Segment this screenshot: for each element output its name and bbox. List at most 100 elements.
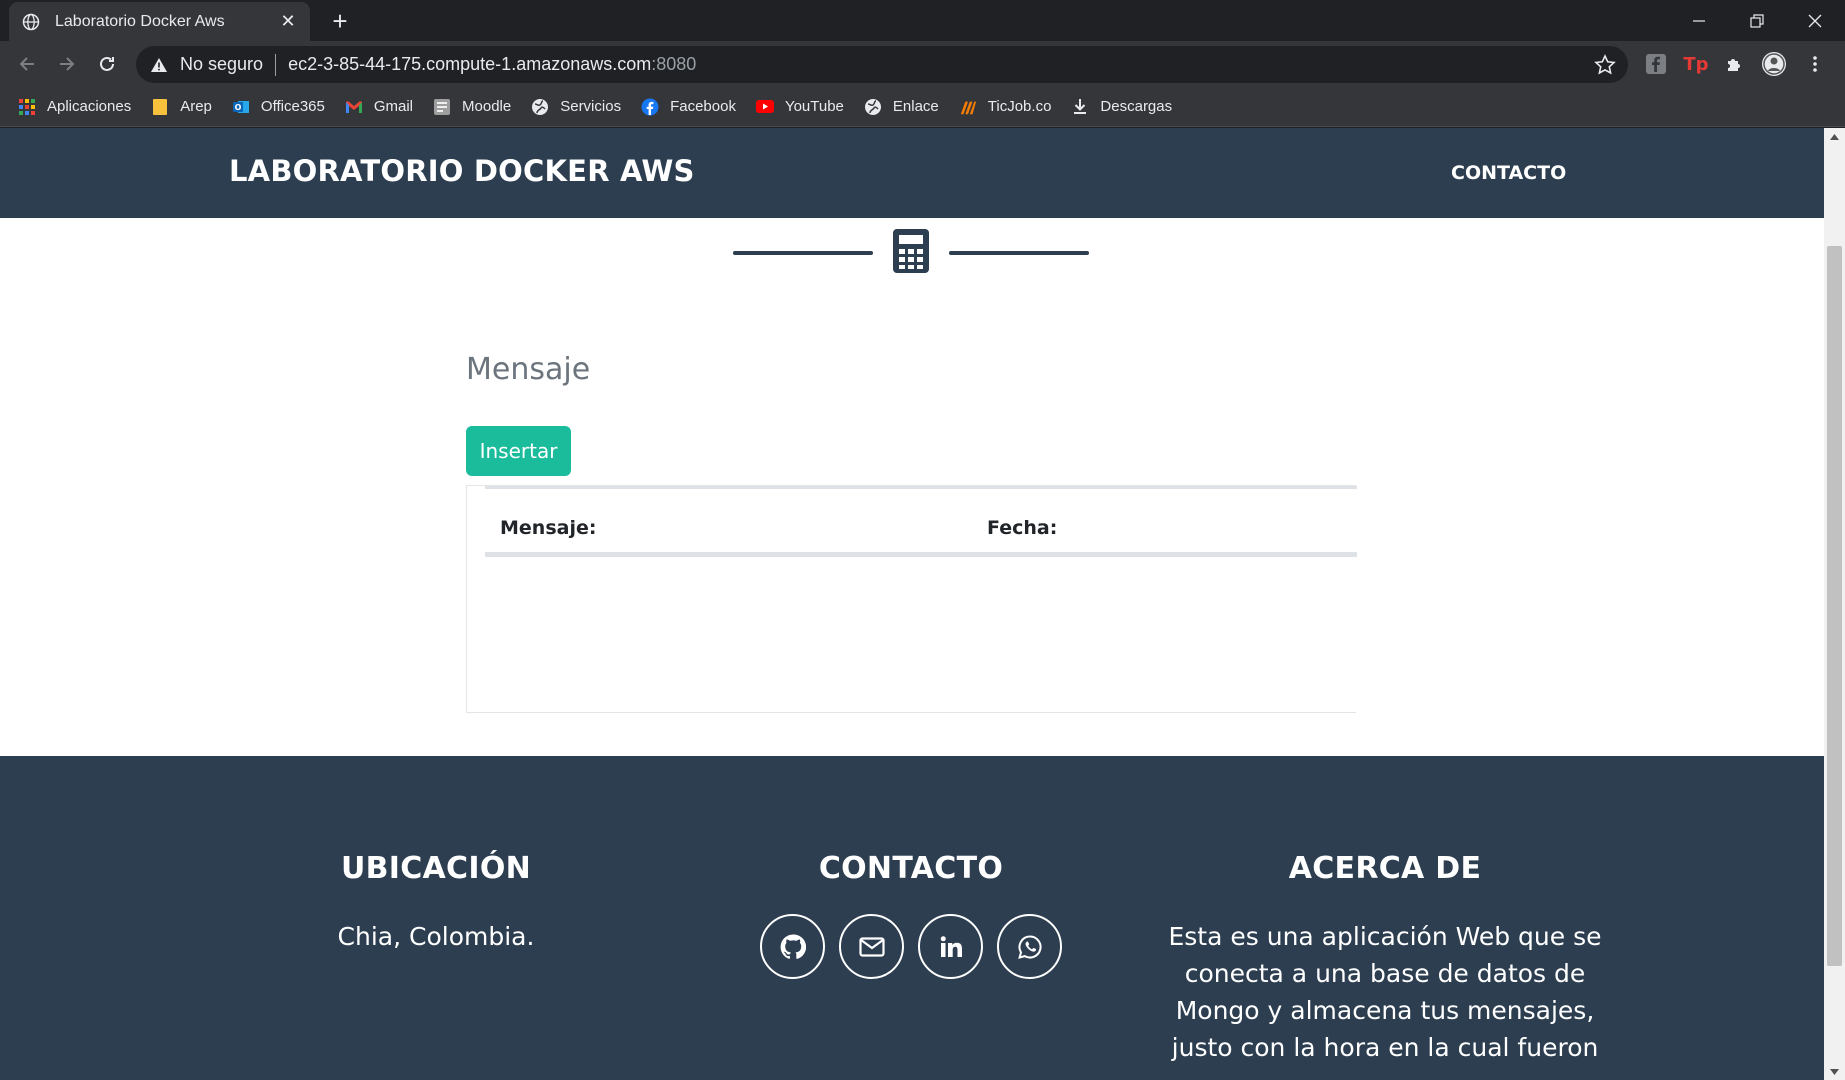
minimize-window-button[interactable]: [1670, 0, 1728, 41]
ticjob-icon: [959, 98, 977, 116]
svg-text:O: O: [235, 103, 242, 112]
reload-icon: [100, 56, 114, 71]
bookmark-label: Enlace: [892, 98, 939, 115]
bookmark-facebook[interactable]: Facebook: [641, 98, 736, 116]
column-header-date: Fecha:: [987, 517, 1058, 539]
facebook-extension-icon[interactable]: [1643, 51, 1669, 77]
bookmark-label: Moodle: [462, 98, 512, 115]
address-bar[interactable]: No seguro ec2-3-85-44-175.compute-1.amaz…: [136, 46, 1628, 83]
folder-icon: [151, 98, 169, 116]
restore-window-button[interactable]: [1728, 0, 1786, 41]
scrollbar-thumb[interactable]: [1827, 246, 1842, 966]
site-footer: UBICACIÓN Chia, Colombia. CONTACTO ACERC…: [0, 756, 1824, 1080]
new-tab-button[interactable]: +: [325, 6, 355, 36]
bookmark-star-icon[interactable]: [1594, 54, 1616, 76]
envelope-icon: [858, 936, 885, 957]
nav-link-contacto[interactable]: CONTACTO: [1451, 162, 1566, 184]
bookmark-moodle[interactable]: Moodle: [433, 98, 511, 116]
url-host: ec2-3-85-44-175.compute-1.amazonaws.com: [288, 54, 652, 74]
divider-line-right: [949, 251, 1089, 255]
globe-icon: [864, 98, 882, 116]
bookmark-servicios[interactable]: Servicios: [531, 98, 621, 116]
footer-location-text: Chia, Colombia.: [337, 922, 535, 951]
security-label[interactable]: No seguro: [180, 54, 263, 75]
github-icon: [780, 934, 806, 959]
reload-button[interactable]: [92, 49, 122, 79]
bookmark-label: YouTube: [784, 98, 844, 115]
restore-icon: [1750, 13, 1764, 28]
bookmark-gmail[interactable]: Gmail: [345, 98, 413, 116]
bookmark-arep[interactable]: Arep: [151, 98, 212, 116]
divider-line-left: [733, 251, 873, 255]
forward-button[interactable]: [52, 49, 82, 79]
bookmarks-bar: Aplicaciones Arep O Office365 Gmail Mood…: [0, 87, 1845, 127]
site-brand[interactable]: LABORATORIO DOCKER AWS: [229, 154, 695, 188]
bookmark-label: Aplicaciones: [47, 98, 132, 115]
browser-toolbar: No seguro ec2-3-85-44-175.compute-1.amaz…: [0, 41, 1845, 87]
facebook-icon: [641, 98, 659, 116]
bookmark-label: Office365: [260, 98, 325, 115]
scroll-up-arrow[interactable]: [1824, 128, 1845, 145]
linkedin-icon: [940, 935, 962, 957]
footer-about-text: Esta es una aplicación Web que se conect…: [1168, 922, 1602, 1062]
download-icon: [1071, 98, 1089, 116]
page-viewport: LABORATORIO DOCKER AWS CONTACTO Mensaje …: [0, 128, 1824, 1080]
globe-icon: [531, 98, 549, 116]
url-port: :8080: [651, 54, 697, 74]
close-window-button[interactable]: [1786, 0, 1844, 41]
profile-avatar[interactable]: [1761, 51, 1787, 77]
site-navbar: LABORATORIO DOCKER AWS CONTACTO: [0, 128, 1824, 218]
gmail-icon: [345, 98, 363, 116]
youtube-icon: [755, 98, 774, 116]
table-header-border: [485, 552, 1357, 557]
close-tab-icon[interactable]: ✕: [278, 11, 298, 32]
bookmark-aplicaciones[interactable]: Aplicaciones: [18, 98, 131, 116]
omnibox-separator: [275, 53, 277, 76]
browser-menu-icon[interactable]: [1802, 51, 1828, 77]
section-title: Mensaje: [466, 352, 591, 387]
back-button[interactable]: [12, 49, 42, 79]
page-scrollbar[interactable]: [1824, 128, 1845, 1080]
bookmark-label: Gmail: [373, 98, 414, 115]
email-link[interactable]: [839, 914, 904, 979]
footer-contact: CONTACTO: [711, 756, 1111, 979]
social-links: [711, 914, 1111, 979]
bookmark-ticjob[interactable]: TicJob.co: [959, 98, 1052, 116]
moodle-icon: [433, 98, 451, 116]
chevron-down-icon: [1830, 1068, 1839, 1075]
arrow-right-icon: [60, 57, 75, 71]
apps-grid-icon: [18, 98, 36, 116]
insert-button[interactable]: Insertar: [466, 426, 571, 476]
whatsapp-link[interactable]: [997, 914, 1062, 979]
tab-title: Laboratorio Docker Aws: [55, 12, 225, 30]
scroll-down-arrow[interactable]: [1824, 1063, 1845, 1080]
arrow-left-icon: [19, 57, 34, 71]
globe-icon: [21, 12, 41, 32]
section-divider: [733, 225, 1089, 279]
bookmark-label: Descargas: [1100, 98, 1173, 115]
minimize-icon: [1693, 19, 1705, 22]
footer-about-title: ACERCA DE: [1288, 851, 1482, 886]
bookmark-descargas[interactable]: Descargas: [1071, 98, 1172, 116]
github-link[interactable]: [760, 914, 825, 979]
column-header-message: Mensaje:: [500, 517, 597, 539]
bookmark-youtube[interactable]: YouTube: [755, 98, 844, 116]
footer-location: UBICACIÓN Chia, Colombia.: [236, 756, 636, 955]
calculator-icon: [893, 229, 929, 273]
footer-location-title: UBICACIÓN: [340, 851, 532, 886]
warning-icon[interactable]: [150, 56, 168, 74]
browser-tab[interactable]: Laboratorio Docker Aws ✕: [9, 2, 310, 41]
tp-extension-icon[interactable]: Tp: [1683, 51, 1709, 77]
linkedin-link[interactable]: [918, 914, 983, 979]
chevron-up-icon: [1830, 133, 1839, 140]
bookmark-label: Arep: [180, 98, 212, 115]
bookmark-label: Facebook: [670, 98, 736, 115]
bookmark-office365[interactable]: O Office365: [232, 98, 325, 116]
footer-about: ACERCA DE Esta es una aplicación Web que…: [1160, 756, 1610, 1066]
browser-tabstrip: Laboratorio Docker Aws ✕ +: [0, 0, 1845, 41]
bookmark-label: TicJob.co: [987, 98, 1052, 115]
whatsapp-icon: [1017, 934, 1041, 959]
extensions-puzzle-icon[interactable]: [1722, 51, 1748, 77]
bookmark-enlace[interactable]: Enlace: [864, 98, 939, 116]
close-icon: [1808, 14, 1822, 27]
